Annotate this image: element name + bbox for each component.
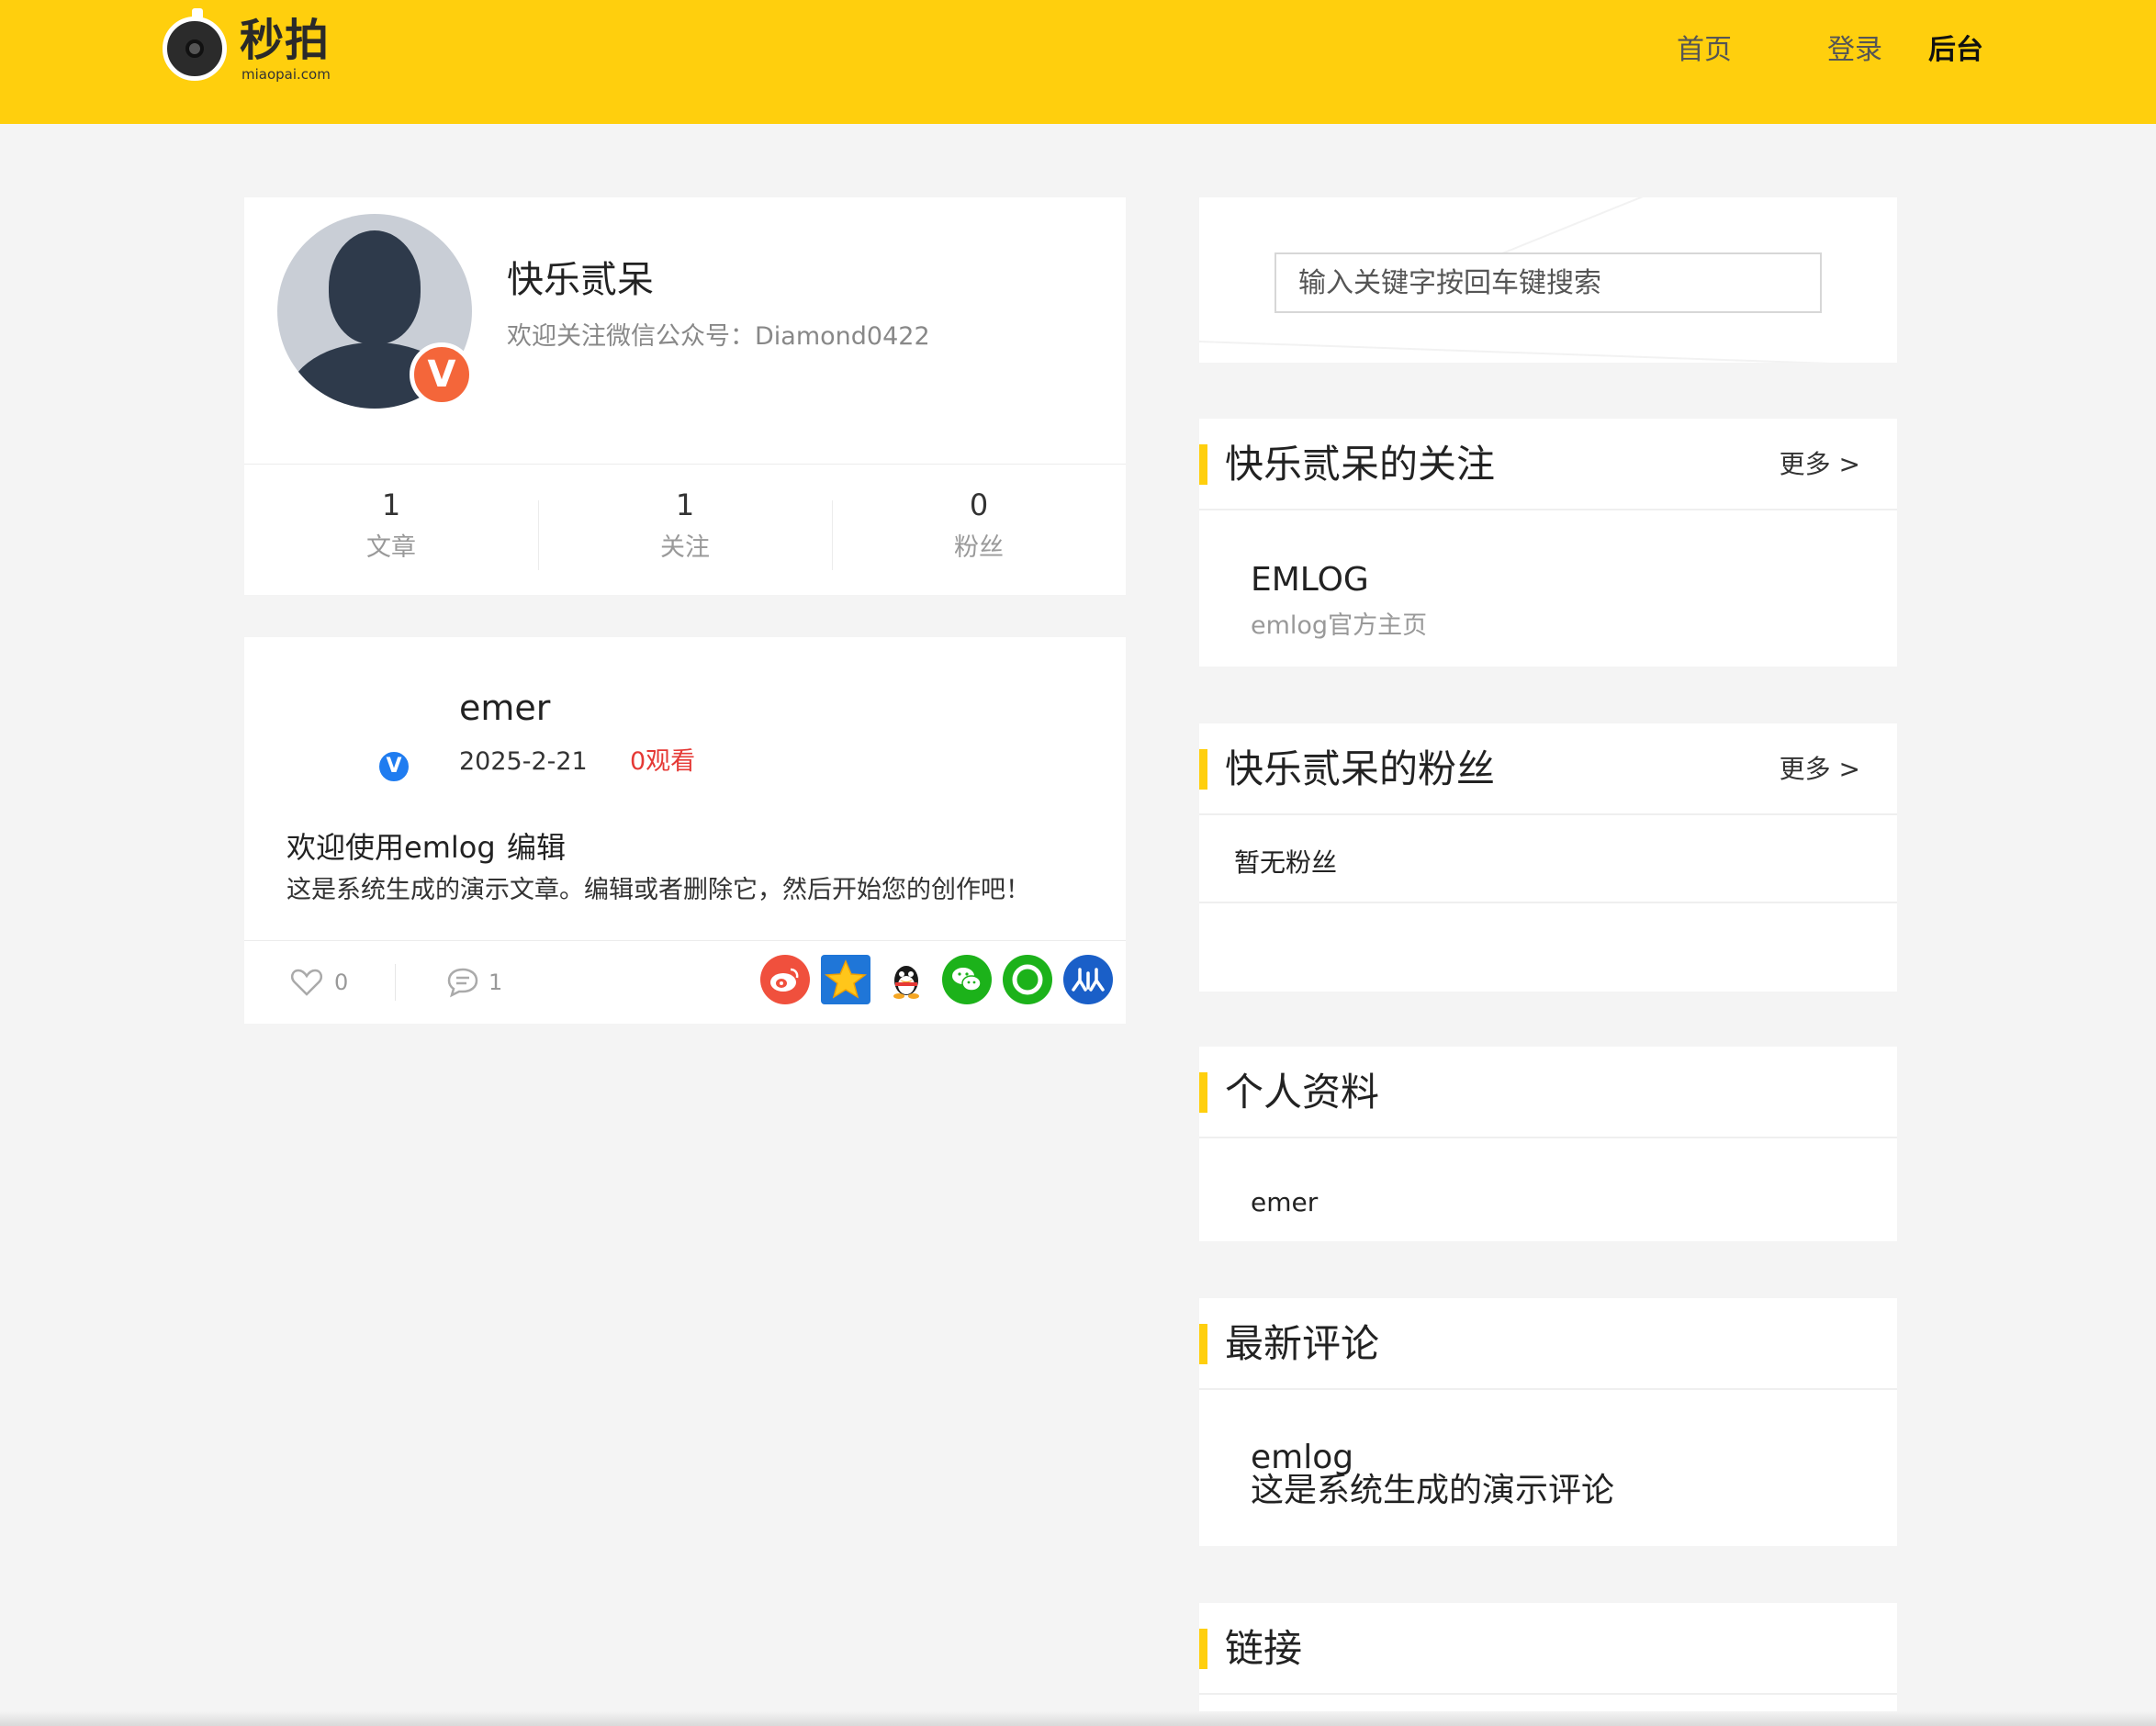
widget-header: 链接 <box>1199 1603 1897 1695</box>
logo-subtext: miaopai.com <box>241 66 331 83</box>
following-item-desc: emlog官方主页 <box>1251 611 1428 640</box>
links-widget: 链接 <box>1199 1603 1897 1726</box>
article-author[interactable]: emer <box>459 685 550 731</box>
stat-following-count: 1 <box>675 488 695 522</box>
widget-header: 快乐贰呆的关注 更多 > <box>1199 419 1897 510</box>
divider <box>395 964 396 1001</box>
decorative-line <box>1501 197 1897 254</box>
widget-header: 个人资料 <box>1199 1047 1897 1138</box>
divider <box>1199 902 1897 903</box>
profile-card: V 快乐贰呆 欢迎关注微信公众号：Diamond0422 1 文章 1 关注 0… <box>244 197 1126 595</box>
profile-name: 快乐贰呆 <box>507 259 654 301</box>
profile-info-text: emer <box>1251 1187 1319 1217</box>
decorative-line <box>1199 341 1897 363</box>
site-logo[interactable]: 秒拍 miaopai.com <box>163 8 337 90</box>
accent-bar <box>1199 1629 1207 1669</box>
divider <box>244 464 1126 465</box>
wechat-icon[interactable] <box>942 955 992 1004</box>
comment-text[interactable]: 这是系统生成的演示评论 <box>1251 1469 1614 1513</box>
like-count: 0 <box>334 969 349 995</box>
avatar-silhouette-head <box>329 230 421 344</box>
stat-following[interactable]: 1 关注 <box>538 482 832 568</box>
nav-admin-link[interactable]: 后台 <box>1928 30 1983 71</box>
stat-articles-label: 文章 <box>366 533 416 562</box>
article-views: 0观看 <box>630 747 696 776</box>
comment-button[interactable]: 1 <box>446 964 502 1001</box>
heart-icon <box>290 969 323 996</box>
renren-icon[interactable] <box>1063 955 1113 1004</box>
accent-bar <box>1199 444 1207 485</box>
accent-bar <box>1199 1072 1207 1113</box>
stat-fans-label: 粉丝 <box>954 533 1004 562</box>
verified-badge-icon: V <box>410 342 474 407</box>
qzone-icon[interactable] <box>821 955 870 1004</box>
article-card: V emer 2025-2-21 0观看 欢迎使用emlog 编辑 这是系统生成… <box>244 637 1126 1024</box>
search-panel <box>1199 197 1897 363</box>
fans-more-link[interactable]: 更多 > <box>1780 751 1860 788</box>
widget-header: 快乐贰呆的粉丝 更多 > <box>1199 723 1897 815</box>
stat-following-label: 关注 <box>660 533 710 562</box>
widget-title: 快乐贰呆的关注 <box>1225 442 1496 487</box>
following-item-name[interactable]: EMLOG <box>1251 558 1369 602</box>
accent-bar <box>1199 1324 1207 1364</box>
widget-title: 链接 <box>1225 1626 1303 1671</box>
widget-title: 个人资料 <box>1225 1070 1380 1115</box>
widget-title: 快乐贰呆的粉丝 <box>1225 746 1496 791</box>
latest-comments-widget: 最新评论 emlog 这是系统生成的演示评论 <box>1199 1298 1897 1546</box>
profile-info-widget: 个人资料 emer <box>1199 1047 1897 1241</box>
nav-home-link[interactable]: 首页 <box>1677 30 1732 71</box>
article-title[interactable]: 欢迎使用emlog <box>286 826 496 869</box>
camera-logo-icon <box>163 8 227 81</box>
widget-title: 最新评论 <box>1225 1321 1380 1366</box>
fans-empty-text: 暂无粉丝 <box>1234 847 1338 878</box>
search-input[interactable] <box>1275 252 1822 313</box>
divider <box>244 940 1126 941</box>
widget-header: 最新评论 <box>1199 1298 1897 1390</box>
bottom-shadow <box>0 1711 2156 1726</box>
fans-widget: 快乐贰呆的粉丝 更多 > 暂无粉丝 <box>1199 723 1897 992</box>
moments-icon[interactable] <box>1003 955 1052 1004</box>
stat-articles[interactable]: 1 文章 <box>244 482 538 568</box>
weibo-icon[interactable] <box>760 955 810 1004</box>
following-widget: 快乐贰呆的关注 更多 > EMLOG emlog官方主页 <box>1199 419 1897 667</box>
stat-fans[interactable]: 0 粉丝 <box>832 482 1126 568</box>
accent-bar <box>1199 749 1207 790</box>
stat-articles-count: 1 <box>381 488 401 522</box>
like-button[interactable]: 0 <box>290 964 348 1001</box>
stat-fans-count: 0 <box>969 488 989 522</box>
article-edit-link[interactable]: 编辑 <box>507 826 566 869</box>
top-navbar: 秒拍 miaopai.com 首页 登录 后台 <box>0 0 2156 124</box>
verified-badge-icon: V <box>376 749 411 784</box>
nav-login-link[interactable]: 登录 <box>1827 30 1882 71</box>
profile-description: 欢迎关注微信公众号：Diamond0422 <box>507 322 930 351</box>
comment-icon <box>447 968 478 998</box>
article-date: 2025-2-21 <box>459 747 588 776</box>
article-excerpt: 这是系统生成的演示文章。编辑或者删除它，然后开始您的创作吧！ <box>286 876 1030 904</box>
logo-text: 秒拍 <box>240 15 331 66</box>
qq-icon[interactable] <box>881 955 931 1004</box>
comment-count: 1 <box>488 969 503 995</box>
following-more-link[interactable]: 更多 > <box>1780 446 1860 483</box>
